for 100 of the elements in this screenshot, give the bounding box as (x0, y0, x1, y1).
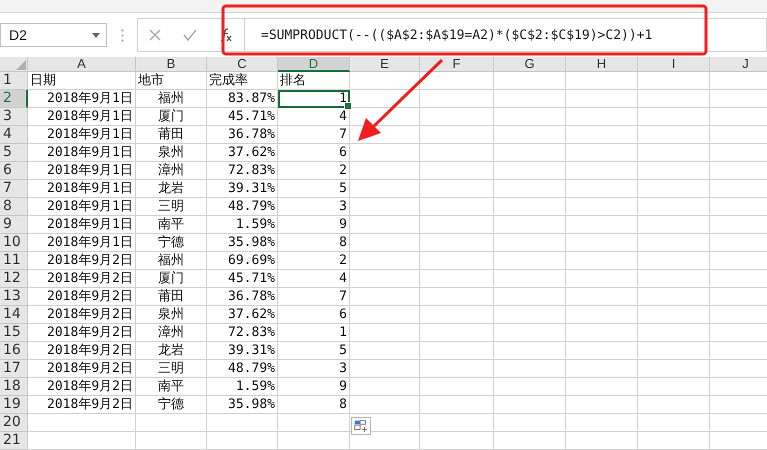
table-cell (638, 198, 710, 216)
row-header[interactable]: 2 (0, 90, 28, 108)
formula-field[interactable]: =SUMPRODUCT(--(($A$2:$A$19=A2)*($C$2:$C$19)>C2))+1 (245, 18, 767, 52)
table-cell: 3 (278, 360, 350, 378)
table-cell (494, 162, 566, 180)
table-cell: 8 (278, 234, 350, 252)
row-header[interactable]: 20 (0, 414, 28, 432)
column-header[interactable]: A (28, 57, 136, 72)
row-header[interactable]: 6 (0, 162, 28, 180)
table-cell (350, 234, 420, 252)
table-cell (638, 216, 710, 234)
table-cell: 2018年9月2日 (28, 378, 136, 396)
row-header[interactable]: 7 (0, 180, 28, 198)
table-cell (494, 216, 566, 234)
row-header[interactable]: 21 (0, 432, 28, 450)
table-cell (494, 126, 566, 144)
cancel-icon[interactable] (149, 29, 161, 41)
table-cell (566, 396, 638, 414)
table-cell: 6 (278, 306, 350, 324)
table-cell (638, 324, 710, 342)
table-cell: 地市 (136, 72, 207, 90)
table-cell (494, 414, 566, 432)
row-header[interactable]: 10 (0, 234, 28, 252)
table-cell: 3 (278, 198, 350, 216)
table-cell: 5 (278, 180, 350, 198)
column-header[interactable]: I (638, 57, 710, 72)
table-cell (566, 72, 638, 90)
table-cell (638, 288, 710, 306)
column-header[interactable]: B (136, 57, 207, 72)
column-header[interactable]: E (350, 57, 420, 72)
row-header[interactable]: 13 (0, 288, 28, 306)
table-cell: 2018年9月2日 (28, 396, 136, 414)
table-cell (494, 288, 566, 306)
table-cell: 福州 (136, 252, 207, 270)
row-header[interactable]: 5 (0, 144, 28, 162)
table-cell (638, 180, 710, 198)
table-cell (638, 414, 710, 432)
table-cell: 厦门 (136, 270, 207, 288)
select-all-icon[interactable] (16, 60, 26, 70)
table-cell: 1.59% (207, 216, 278, 234)
table-cell (494, 432, 566, 450)
function-icon[interactable] (219, 28, 233, 42)
row-header[interactable]: 16 (0, 342, 28, 360)
row-header[interactable]: 1 (0, 72, 28, 90)
row-header[interactable]: 3 (0, 108, 28, 126)
table-cell (566, 90, 638, 108)
table-cell (638, 270, 710, 288)
table-cell: 69.69% (207, 252, 278, 270)
column-header[interactable]: C (207, 57, 278, 72)
table-cell (638, 144, 710, 162)
table-cell (136, 414, 207, 432)
row-header[interactable]: 14 (0, 306, 28, 324)
table-cell: 8 (278, 396, 350, 414)
column-header[interactable]: F (420, 57, 494, 72)
table-cell (638, 378, 710, 396)
table-cell: 48.79% (207, 198, 278, 216)
row-header[interactable]: 8 (0, 198, 28, 216)
table-cell: 2018年9月1日 (28, 108, 136, 126)
column-header[interactable]: D (278, 57, 350, 72)
check-icon[interactable] (183, 29, 197, 41)
row-header[interactable]: 18 (0, 378, 28, 396)
more-icon[interactable] (120, 28, 124, 42)
table-cell: 三明 (136, 198, 207, 216)
table-cell: 南平 (136, 216, 207, 234)
table-cell (566, 288, 638, 306)
table-cell: 漳州 (136, 324, 207, 342)
row-header[interactable]: 11 (0, 252, 28, 270)
table-cell (350, 252, 420, 270)
table-cell (278, 432, 350, 450)
table-cell: 2018年9月1日 (28, 162, 136, 180)
table-cell (566, 360, 638, 378)
name-box[interactable]: D2 (0, 23, 107, 47)
table-cell: 2018年9月1日 (28, 234, 136, 252)
table-cell: 莆田 (136, 288, 207, 306)
row-header[interactable]: 12 (0, 270, 28, 288)
table-cell: 37.62% (207, 306, 278, 324)
table-cell: 2018年9月2日 (28, 342, 136, 360)
table-cell (566, 270, 638, 288)
table-cell: 45.71% (207, 270, 278, 288)
table-cell (350, 306, 420, 324)
row-header[interactable]: 4 (0, 126, 28, 144)
table-cell (566, 342, 638, 360)
column-header[interactable]: G (494, 57, 566, 72)
row-header[interactable]: 19 (0, 396, 28, 414)
table-cell: 三明 (136, 360, 207, 378)
paste-options-icon[interactable] (351, 417, 371, 435)
table-cell (494, 72, 566, 90)
column-header[interactable]: H (566, 57, 638, 72)
table-cell (638, 432, 710, 450)
table-cell (350, 342, 420, 360)
table-cell (494, 90, 566, 108)
table-cell: 2018年9月1日 (28, 180, 136, 198)
row-header[interactable]: 9 (0, 216, 28, 234)
table-cell: 5 (278, 342, 350, 360)
table-cell (638, 306, 710, 324)
row-header[interactable]: 17 (0, 360, 28, 378)
row-header[interactable]: 15 (0, 324, 28, 342)
column-header[interactable]: J (710, 57, 767, 72)
table-cell: 2018年9月2日 (28, 252, 136, 270)
dropdown-icon[interactable] (92, 32, 100, 38)
